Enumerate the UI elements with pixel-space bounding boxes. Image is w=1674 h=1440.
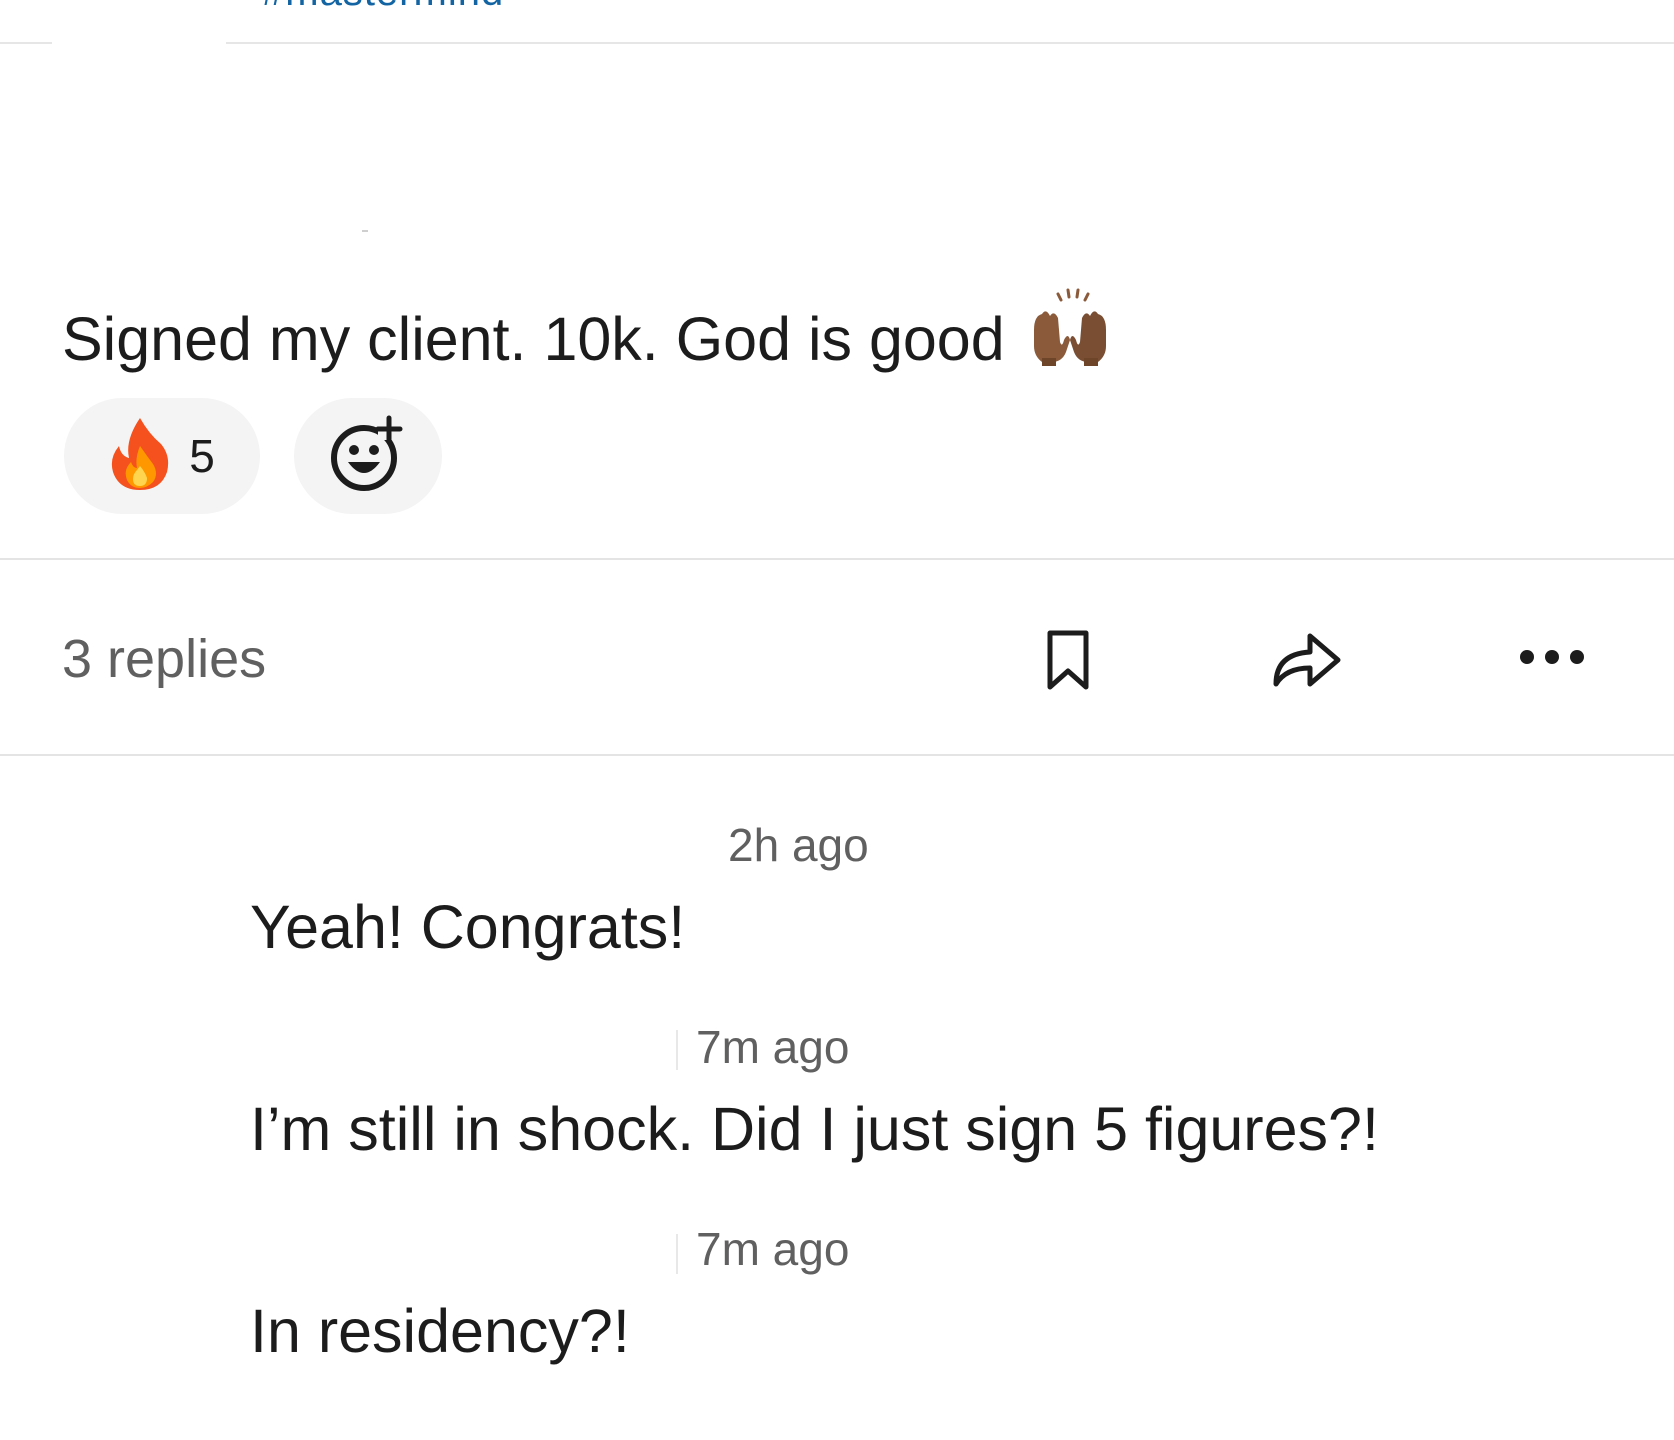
reaction-fire-pill[interactable]: 5 [64, 398, 260, 514]
more-icon[interactable] [1514, 642, 1590, 672]
timestamp-tick [676, 1234, 678, 1274]
reply-text: I’m still in shock. Did I just sign 5 fi… [250, 1095, 1379, 1163]
bookmark-icon[interactable] [1040, 626, 1096, 696]
reply-timestamp: 7m ago [696, 1223, 850, 1275]
share-icon[interactable] [1268, 624, 1346, 694]
replies-link[interactable]: 3 replies [62, 628, 266, 690]
header-divider-right [226, 42, 1674, 44]
timestamp-tick [676, 1030, 678, 1070]
fire-icon [109, 416, 171, 497]
thread-divider [0, 754, 1674, 756]
reply-text: Yeah! Congrats! [250, 893, 686, 961]
reply-text: In residency?! [250, 1297, 630, 1365]
message-divider [0, 558, 1674, 560]
reply-timestamp: 2h ago [728, 819, 869, 871]
message-body: Signed my client. 10k. God is good [62, 286, 1112, 385]
raising-hands-icon [1028, 286, 1112, 385]
message-text: Signed my client. 10k. God is good [62, 305, 1005, 373]
reply-timestamp: 7m ago [696, 1021, 850, 1073]
add-reaction-button[interactable] [294, 398, 442, 514]
header-divider-left [0, 42, 52, 44]
reaction-count: 5 [189, 430, 215, 482]
artifact-speck [362, 230, 368, 232]
channel-name[interactable]: #mastermind [262, 0, 504, 15]
add-reaction-icon [328, 414, 408, 499]
